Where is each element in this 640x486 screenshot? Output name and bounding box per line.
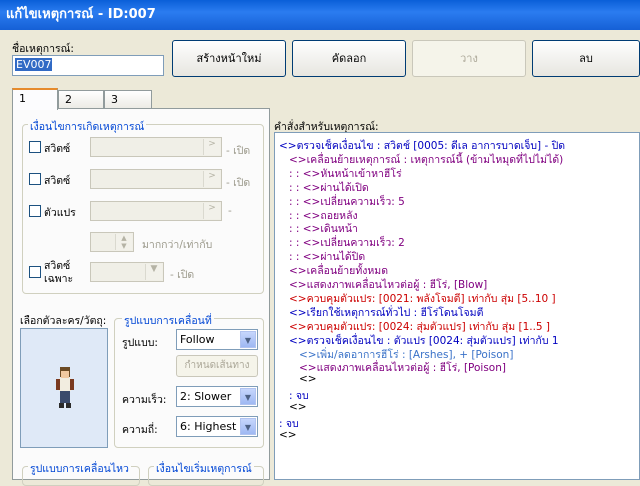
self-switch-label-line1: สวิตซ์ <box>44 260 71 272</box>
switch1-select[interactable]: > <box>90 137 222 157</box>
variable-checkbox[interactable] <box>29 205 41 217</box>
command-line[interactable]: <>แสดงภาพเคลื่อนไหวต่อผู้ : ฮีโร่, [Pois… <box>299 359 506 376</box>
trigger-title: เงื่อนไขเริ่มเหตุการณ์ <box>154 460 254 477</box>
variable-browse-icon: > <box>203 203 220 219</box>
tab-page-3[interactable]: 3 <box>104 90 152 108</box>
self-switch-label: สวิตซ์ เฉพาะ <box>44 260 73 286</box>
movement-frequency-value: 6: Highest <box>180 420 237 433</box>
variable-value-stepper[interactable]: ▲ ▼ <box>90 232 134 252</box>
options-title: รูปแบบการเคลื่อนไหว <box>28 460 131 477</box>
movement-type-label: รูปแบบ: <box>122 337 158 349</box>
movement-type-value: Follow <box>180 333 215 346</box>
window-title: แก้ไขเหตุการณ์ - ID:007 <box>6 7 156 22</box>
switch2-label: สวิตซ์ <box>44 175 71 187</box>
conditions-title: เงื่อนไขการเกิดเหตุการณ์ <box>28 118 147 135</box>
movement-frequency-label: ความถี่: <box>122 424 158 436</box>
window-title-bar[interactable]: แก้ไขเหตุการณ์ - ID:007 <box>0 0 640 30</box>
copy-page-button[interactable]: คัดลอก <box>292 40 406 77</box>
event-command-list[interactable]: <>ตรวจเช็คเงื่อนไข : สวิตช์ [0005: ดีเล … <box>274 132 640 480</box>
character-sprite-icon <box>56 367 74 408</box>
movement-speed-value: 2: Slower <box>180 390 232 403</box>
movement-speed-dropdown-icon: ▼ <box>240 388 256 405</box>
command-line[interactable]: <> <box>289 401 307 413</box>
stepper-arrows-icon: ▲ ▼ <box>115 234 132 250</box>
movement-type-dropdown-icon: ▼ <box>240 331 256 348</box>
event-name-input[interactable]: EV007 <box>12 55 164 76</box>
command-line[interactable]: <> <box>299 373 317 385</box>
command-line[interactable]: <> <box>279 429 297 441</box>
self-switch-checkbox[interactable] <box>29 266 41 278</box>
switch2-suffix: - เปิด <box>226 177 251 189</box>
variable-select[interactable]: > <box>90 201 222 221</box>
graphic-preview[interactable] <box>20 328 108 448</box>
new-page-button[interactable]: สร้างหน้าใหม่ <box>172 40 286 77</box>
compare-label: มากกว่า/เท่ากับ <box>142 239 213 251</box>
self-switch-select[interactable]: ▼ <box>90 262 164 282</box>
graphic-title: เลือกตัวละคร/วัตถุ: <box>20 315 107 327</box>
variable-suffix: - <box>228 205 232 217</box>
move-route-button[interactable]: กำหนดเส้นทาง <box>176 355 258 377</box>
switch1-browse-icon: > <box>203 139 220 155</box>
switch2-select[interactable]: > <box>90 169 222 189</box>
delete-page-button[interactable]: ลบ <box>532 40 640 77</box>
movement-frequency-dropdown-icon: ▼ <box>240 418 256 435</box>
self-switch-label-line2: เฉพาะ <box>44 273 74 285</box>
tab-page-1[interactable]: 1 <box>12 88 58 110</box>
variable-label: ตัวแปร <box>44 207 76 219</box>
switch1-label: สวิตซ์ <box>44 143 71 155</box>
movement-speed-label: ความเร็ว: <box>122 394 167 406</box>
movement-speed-select[interactable]: 2: Slower ▼ <box>176 386 258 407</box>
movement-frequency-select[interactable]: 6: Highest ▼ <box>176 416 258 437</box>
paste-page-button[interactable]: วาง <box>412 40 526 77</box>
self-switch-dropdown-icon: ▼ <box>145 264 162 280</box>
movement-title: รูปแบบการเคลื่อนที่ <box>122 312 214 329</box>
switch1-checkbox[interactable] <box>29 141 41 153</box>
switch1-suffix: - เปิด <box>226 145 251 157</box>
event-name-value: EV007 <box>15 58 53 71</box>
switch2-checkbox[interactable] <box>29 173 41 185</box>
self-switch-suffix: - เปิด <box>170 269 195 281</box>
movement-type-select[interactable]: Follow ▼ <box>176 329 258 350</box>
switch2-browse-icon: > <box>203 171 220 187</box>
tab-page-2[interactable]: 2 <box>58 90 104 108</box>
